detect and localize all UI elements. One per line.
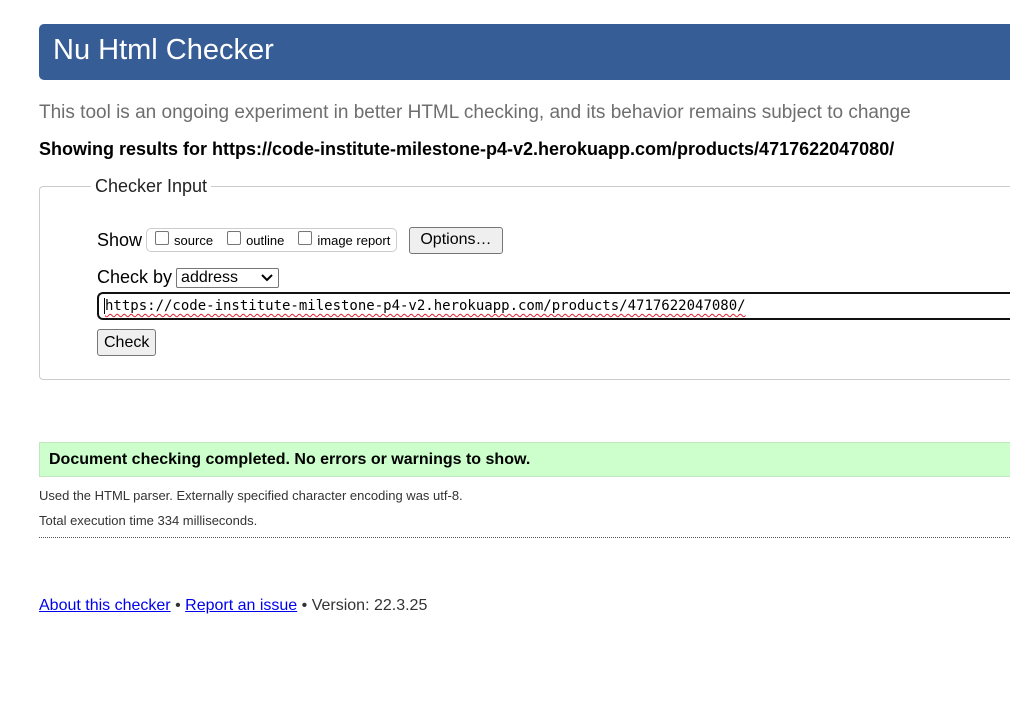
check-by-select[interactable]: address (176, 267, 280, 288)
show-options-group: source outline image report (146, 228, 398, 252)
check-by-selected-value: address (181, 268, 238, 286)
url-input-value: https://code-institute-milestone-p4-v2.h… (105, 298, 746, 314)
check-by-row: Check by address (97, 267, 280, 288)
execution-time: Total execution time 334 milliseconds. (39, 513, 258, 528)
source-checkbox[interactable] (155, 231, 170, 245)
header-bar: Nu Html Checker (39, 24, 1010, 80)
show-source-option[interactable]: source (155, 231, 214, 248)
page: Nu Html Checker This tool is an ongoing … (0, 0, 1010, 706)
checker-input-fieldset: Checker Input Show source outline image … (39, 176, 1010, 380)
show-outline-option[interactable]: outline (227, 231, 285, 248)
parser-info: Used the HTML parser. Externally specifi… (39, 488, 463, 503)
image-report-checkbox[interactable] (298, 231, 313, 245)
about-checker-link[interactable]: About this checker (39, 597, 171, 614)
outline-checkbox-label: outline (246, 232, 285, 248)
show-row: Show source outline image report Options… (97, 226, 503, 254)
footer: About this checker • Report an issue • V… (39, 597, 427, 615)
footer-separator: • (175, 597, 181, 614)
divider (39, 537, 1010, 538)
version-text: • Version: 22.3.25 (301, 597, 428, 614)
page-title: Nu Html Checker (53, 34, 274, 66)
show-label: Show (97, 229, 143, 250)
options-button[interactable]: Options… (409, 226, 503, 254)
results-for-heading: Showing results for https://code-institu… (39, 139, 895, 159)
show-image-report-option[interactable]: image report (298, 231, 391, 248)
chevron-down-icon (261, 273, 273, 281)
image-report-checkbox-label: image report (317, 232, 391, 248)
tagline: This tool is an ongoing experiment in be… (39, 102, 911, 123)
url-input[interactable]: https://code-institute-milestone-p4-v2.h… (97, 292, 1010, 320)
check-by-label: Check by (97, 267, 173, 287)
success-message: Document checking completed. No errors o… (39, 442, 1010, 477)
checker-input-legend: Checker Input (91, 176, 212, 197)
source-checkbox-label: source (174, 232, 214, 248)
report-issue-link[interactable]: Report an issue (185, 597, 297, 614)
check-button[interactable]: Check (97, 329, 157, 356)
outline-checkbox[interactable] (227, 231, 242, 245)
